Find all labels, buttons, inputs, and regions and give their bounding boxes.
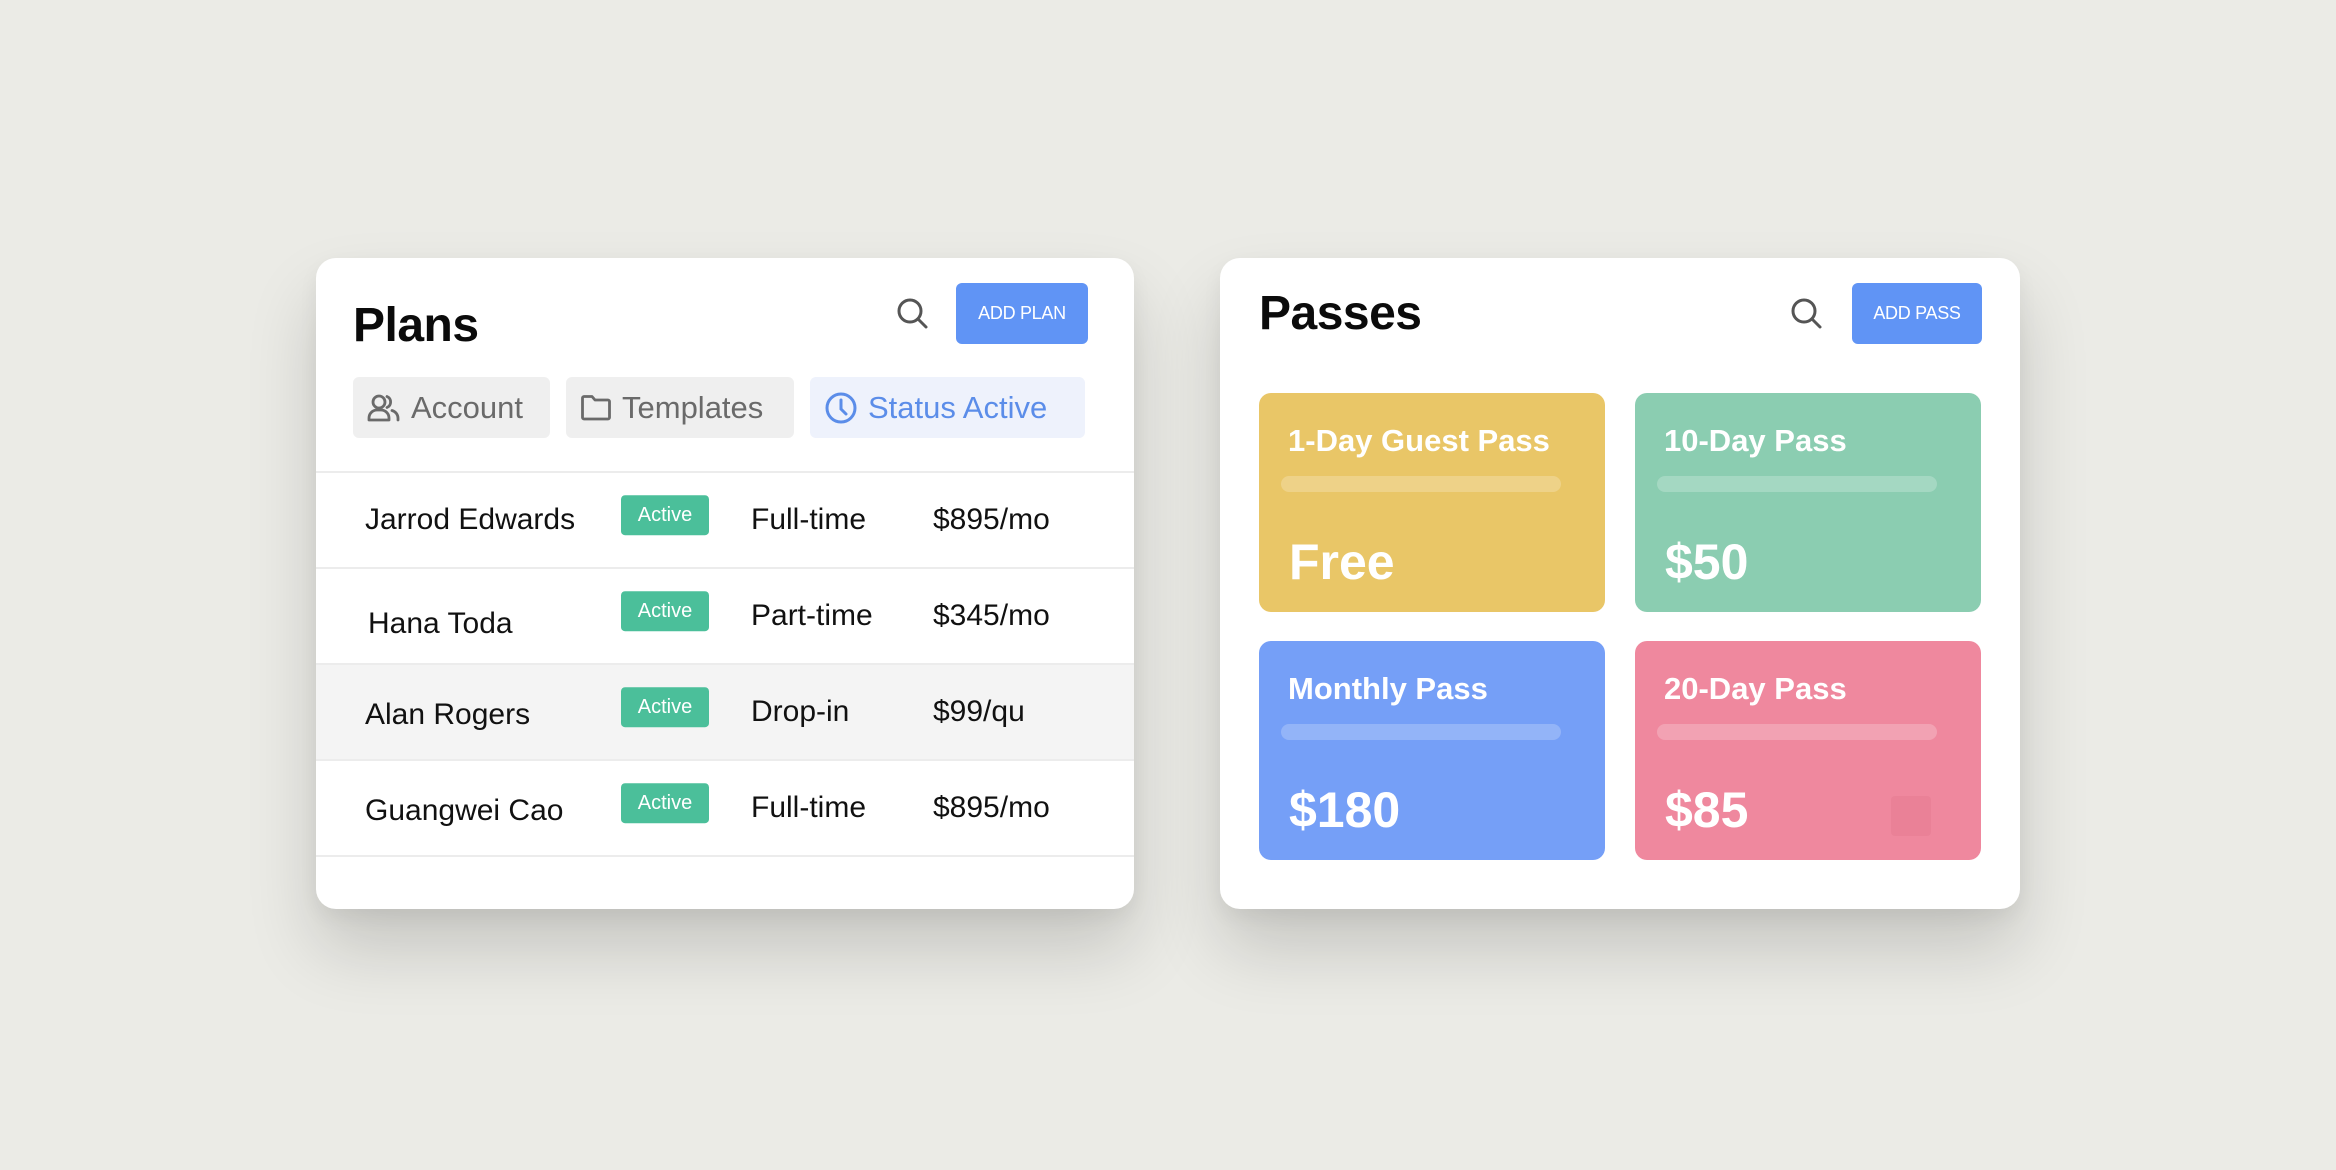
plan-price: $345/mo — [933, 599, 1050, 632]
member-name: Hana Toda — [368, 606, 513, 640]
pass-name: 20-Day Pass — [1664, 671, 1847, 706]
add-pass-button[interactable]: ADD PASS — [1852, 283, 1982, 344]
member-name: Alan Rogers — [365, 697, 531, 731]
plan-price: $895/mo — [933, 791, 1050, 824]
pass-tile[interactable]: 10-Day Pass $50 — [1635, 393, 1981, 612]
filter-templates[interactable]: Templates — [566, 377, 794, 438]
pass-name: 10-Day Pass — [1664, 423, 1847, 458]
clock-icon — [825, 392, 857, 423]
pass-price: $50 — [1665, 534, 1749, 590]
member-name: Guangwei Cao — [365, 793, 564, 827]
filter-status-active[interactable]: Status Active — [810, 377, 1085, 438]
search-icon — [897, 298, 928, 329]
table-row[interactable]: Hana Toda Active Part-time $345/mo — [316, 569, 1134, 665]
faint-square-decoration — [1891, 796, 1931, 836]
filter-templates-label: Templates — [622, 389, 764, 425]
plan-type: Drop-in — [751, 695, 850, 728]
passes-search-button[interactable] — [1787, 294, 1827, 334]
plan-type: Part-time — [751, 599, 873, 632]
pass-placeholder-bar — [1657, 476, 1937, 492]
add-plan-button[interactable]: ADD PLAN — [956, 283, 1088, 344]
plan-type: Full-time — [751, 791, 867, 824]
table-row[interactable]: Guangwei Cao Active Full-time $895/mo — [316, 761, 1134, 857]
search-icon — [1791, 298, 1822, 329]
pass-placeholder-bar — [1281, 476, 1561, 492]
plan-price: $895/mo — [933, 503, 1050, 536]
status-badge: Active — [621, 783, 709, 824]
filter-account-label: Account — [411, 389, 524, 425]
pass-price: $85 — [1665, 782, 1749, 838]
plans-title: Plans — [353, 299, 479, 352]
pass-placeholder-bar — [1281, 724, 1561, 740]
status-badge: Active — [621, 591, 709, 632]
pass-price: Free — [1289, 534, 1395, 590]
folder-icon — [581, 394, 611, 420]
table-row[interactable]: Jarrod Edwards Active Full-time $895/mo — [316, 473, 1134, 569]
passes-title: Passes — [1259, 287, 1422, 340]
pass-price: $180 — [1289, 782, 1401, 838]
status-badge: Active — [621, 687, 709, 728]
plans-panel: Plans ADD PLAN Account Templates Status … — [316, 258, 1134, 909]
filter-account[interactable]: Account — [353, 377, 550, 438]
pass-tile[interactable]: Monthly Pass $180 — [1259, 641, 1605, 860]
pass-placeholder-bar — [1657, 724, 1937, 740]
pass-tile[interactable]: 1-Day Guest Pass Free — [1259, 393, 1605, 612]
users-icon — [367, 394, 400, 421]
plan-type: Full-time — [751, 503, 867, 536]
pass-tile[interactable]: 20-Day Pass $85 — [1635, 641, 1981, 860]
filter-status-label: Status Active — [868, 389, 1048, 425]
pass-name: 1-Day Guest Pass — [1288, 423, 1550, 458]
plans-table: Jarrod Edwards Active Full-time $895/mo … — [316, 471, 1134, 857]
pass-name: Monthly Pass — [1288, 671, 1488, 706]
plans-search-button[interactable] — [893, 294, 933, 334]
passes-panel: Passes ADD PASS 1-Day Guest Pass Free 10… — [1220, 258, 2020, 909]
plan-price: $99/qu — [933, 695, 1025, 728]
table-row[interactable]: Alan Rogers Active Drop-in $99/qu — [316, 665, 1134, 761]
status-badge: Active — [621, 495, 709, 536]
member-name: Jarrod Edwards — [365, 503, 576, 536]
